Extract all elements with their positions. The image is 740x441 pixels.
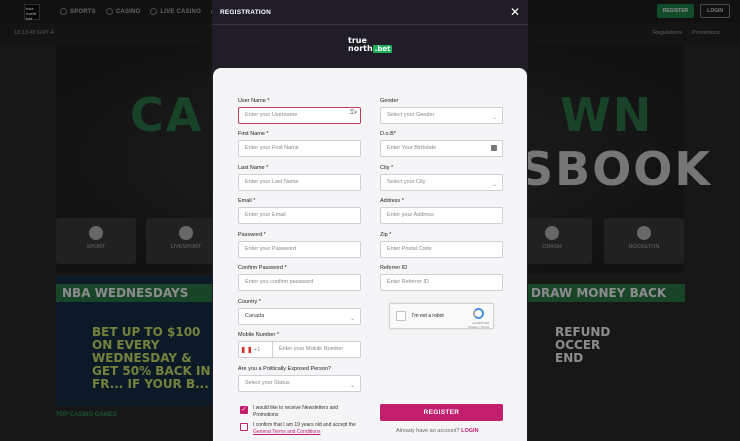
dob-input[interactable]: Enter Your Birthdate xyxy=(380,140,503,157)
last-name-input[interactable]: Enter your Last Name xyxy=(238,174,361,191)
recaptcha-terms[interactable]: reCAPTCHA Privacy - Terms xyxy=(468,321,489,329)
password-input[interactable]: Enter your Password xyxy=(238,241,361,258)
login-link[interactable]: LOGIN xyxy=(461,428,478,434)
referrer-field: Referrer ID Enter Referrer ID xyxy=(380,265,503,291)
recaptcha-widget: I'm not a robot reCAPTCHA Privacy - Terms xyxy=(389,303,494,329)
country-code-select[interactable]: +1 xyxy=(238,341,272,358)
registration-form: User Name * Enter your Username ⚿▾ First… xyxy=(213,68,527,441)
gender-select[interactable]: Select your Gender ⌄ xyxy=(380,107,503,124)
login-prompt: Already have an account? LOGIN xyxy=(396,428,479,434)
chevron-down-icon: ⌄ xyxy=(491,182,497,188)
city-select[interactable]: Select your City ⌄ xyxy=(380,174,503,191)
username-input[interactable]: Enter your Username xyxy=(238,107,361,124)
brand-logo: true north .bet xyxy=(348,36,393,53)
confirm-password-input[interactable]: Enter you confirm password xyxy=(238,274,361,291)
register-button[interactable]: REGISTER xyxy=(380,404,503,421)
gender-field: Gender Select your Gender ⌄ xyxy=(380,98,503,124)
mobile-field: Mobile Number * +1 Enter your Mobile Num… xyxy=(238,332,361,358)
terms-checkbox[interactable] xyxy=(240,423,248,431)
email-input[interactable]: Enter your Email xyxy=(238,207,361,224)
terms-link[interactable]: General Terms and Conditions xyxy=(253,429,320,435)
zip-field: Zip * Enter Postal Code xyxy=(380,232,503,258)
address-field: Address * Enter your Address xyxy=(380,198,503,224)
newsletter-checkbox[interactable]: ✓ xyxy=(240,406,248,414)
terms-row: I confirm that I am 19 years old and acc… xyxy=(240,422,370,436)
recaptcha-checkbox[interactable] xyxy=(396,311,406,321)
newsletter-row: ✓ I would like to receive Newsletters an… xyxy=(240,405,339,418)
referrer-input[interactable]: Enter Referrer ID xyxy=(380,274,503,291)
pep-field: Are you a Politically Exposed Person? Se… xyxy=(238,366,361,392)
canada-flag-icon xyxy=(242,346,251,353)
chevron-down-icon: ⌄ xyxy=(349,316,355,322)
first-name-field: First Name * Enter your First Name xyxy=(238,131,361,157)
zip-input[interactable]: Enter Postal Code xyxy=(380,241,503,258)
modal-title: REGISTRATION xyxy=(220,8,272,16)
address-input[interactable]: Enter your Address xyxy=(380,207,503,224)
pep-select[interactable]: Select your Status ⌄ xyxy=(238,375,361,392)
country-field: Country * Canada ⌄ xyxy=(238,299,361,325)
chevron-down-icon: ⌄ xyxy=(349,383,355,389)
key-icon[interactable]: ⚿▾ xyxy=(350,110,357,117)
password-field: Password * Enter your Password xyxy=(238,232,361,258)
email-field: Email * Enter your Email xyxy=(238,198,361,224)
city-field: City * Select your City ⌄ xyxy=(380,165,503,191)
close-icon[interactable]: ✕ xyxy=(510,6,520,18)
dob-field: D.o.B* Enter Your Birthdate xyxy=(380,131,503,157)
calendar-icon[interactable] xyxy=(491,145,497,151)
mobile-input[interactable]: Enter your Mobile Number xyxy=(272,341,361,358)
registration-modal: REGISTRATION ✕ true north .bet User Name … xyxy=(212,0,528,441)
country-select[interactable]: Canada ⌄ xyxy=(238,308,361,325)
first-name-input[interactable]: Enter your First Name xyxy=(238,140,361,157)
modal-header: REGISTRATION ✕ xyxy=(212,0,528,25)
username-field: User Name * Enter your Username ⚿▾ xyxy=(238,98,361,124)
recaptcha-icon xyxy=(473,308,484,319)
chevron-down-icon: ⌄ xyxy=(491,115,497,121)
last-name-field: Last Name * Enter your Last Name xyxy=(238,165,361,191)
confirm-password-field: Confirm Password * Enter you confirm pas… xyxy=(238,265,361,291)
